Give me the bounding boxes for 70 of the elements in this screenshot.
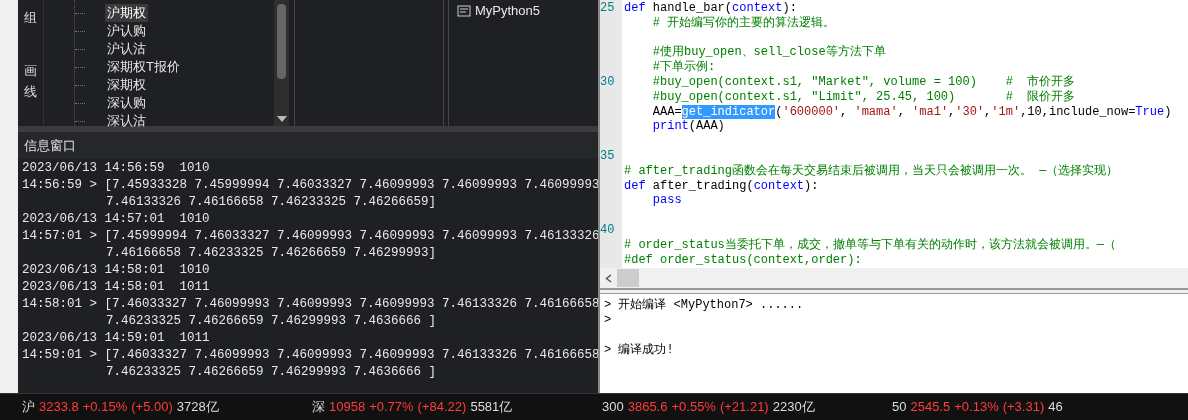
index-name: 50 <box>892 398 907 417</box>
script-file-icon <box>457 4 471 17</box>
tree-item[interactable]: 沪期权 <box>105 4 148 22</box>
log-line: 7.46233325 7.46266659 7.46299993 7.4636666 ] <box>106 364 437 381</box>
tree-item[interactable]: 沪认沽 <box>105 40 148 58</box>
log-line: 14:58:01 > [7.46033327 7.46099993 7.46099993 7.46099993 7.46133326 7.46166658 <box>22 296 600 313</box>
code-line: def handle_bar(context): <box>624 1 797 15</box>
index-delta: (+21.21) <box>719 398 769 417</box>
index-turnover: 3728亿 <box>176 398 219 417</box>
code-line: print(AAA) <box>651 119 725 134</box>
scrollbar[interactable] <box>274 0 289 126</box>
log-line: 2023/06/13 14:56:59 1010 <box>22 160 210 177</box>
log-line: 2023/06/13 14:59:01 1011 <box>22 330 210 347</box>
index-delta: (+84.22) <box>417 398 467 417</box>
side-tab[interactable]: 组 <box>24 8 37 29</box>
line-number: 30 <box>600 75 615 89</box>
index-change: +0.13% <box>954 398 999 417</box>
code-line: #下单示例: <box>651 60 716 75</box>
scroll-left-icon[interactable] <box>605 273 612 283</box>
output-line: > 编译成功! <box>604 343 674 358</box>
index-value: 3865.6 <box>627 398 668 417</box>
code-line: # order_status当委托下单，成交，撤单等与下单有关的动作时，该方法就会被调用。—（ <box>624 237 1117 252</box>
line-number: 25 <box>600 1 615 15</box>
code-line: # 开始编写你的主要的算法逻辑。 <box>651 15 836 30</box>
index-turnover: 2230亿 <box>772 398 815 417</box>
log-line: 7.46133326 7.46166658 7.46233325 7.46266659] <box>106 194 437 211</box>
panel-title: 信息窗口 <box>24 136 76 155</box>
code-line: #buy_open(context.s1, "Market", volume = 100) # 市价开多 <box>651 75 1076 89</box>
code-line: #使用buy_open、sell_close等方法下单 <box>651 45 886 60</box>
horizontal-scrollbar[interactable] <box>600 268 1188 290</box>
index-name: 沪 <box>22 398 35 417</box>
output-line: > 开始编译 <MyPython7> ...... <box>604 298 804 313</box>
index-name: 深 <box>312 398 325 417</box>
log-line: 2023/06/13 14:58:01 1011 <box>22 279 210 296</box>
log-line: 14:57:01 > [7.45999994 7.46033327 7.46099993 7.46099993 7.46099993 7.46133326 <box>22 229 600 245</box>
log-line: 14:56:59 > [7.45933328 7.45999994 7.46033327 7.46099993 7.46099993 7.46099993 <box>22 177 600 194</box>
output-line: > <box>604 313 612 328</box>
tree-item[interactable]: 深期权T报价 <box>105 58 182 76</box>
code-line: #buy_open(context.s1, "Limit", 25.45, 100) # 限价开多 <box>651 89 1076 104</box>
code-line: def after_trading(context): <box>624 178 819 193</box>
index-turnover: 5581亿 <box>470 398 513 417</box>
tree-item[interactable]: 沪认购 <box>105 22 148 40</box>
log-line: 2023/06/13 14:58:01 1010 <box>22 262 210 279</box>
code-line: pass <box>651 193 682 208</box>
tree-item[interactable]: 深期权 <box>105 76 148 94</box>
code-line: # after_trading函数会在每天交易结束后被调用，当天只会被调用一次。 —（选择实现） <box>624 163 1119 178</box>
index-value: 10958 <box>329 398 366 417</box>
code-line: AAA=get_indicator('600000', 'mama', 'ma1','30','1m',10,include_now=True) <box>651 104 1172 119</box>
scroll-thumb[interactable] <box>617 269 639 287</box>
line-number: 35 <box>600 148 615 163</box>
line-number: 40 <box>600 222 615 237</box>
index-value: 2545.5 <box>910 398 951 417</box>
log-line: 7.46166658 7.46233325 7.46266659 7.46299993] <box>106 245 437 262</box>
log-line: 7.46233325 7.46266659 7.46299993 7.4636666 ] <box>106 313 437 330</box>
index-delta: (+5.00) <box>131 398 173 417</box>
index-value: 3233.8 <box>39 398 79 417</box>
index-change: +0.77% <box>369 398 414 417</box>
log-line: 14:59:01 > [7.46033327 7.46099993 7.46099993 7.46099993 7.46133326 7.46166658 <box>22 347 600 364</box>
index-change: +0.55% <box>671 398 716 417</box>
index-name: 300 <box>602 398 624 417</box>
log-line: 2023/06/13 14:57:01 1010 <box>22 211 210 228</box>
file-item[interactable]: MyPython5 <box>475 1 541 21</box>
index-turnover: 46 <box>1048 398 1063 417</box>
side-tab[interactable]: 画线 <box>24 60 37 103</box>
scroll-down-icon[interactable] <box>276 116 287 122</box>
tree-item[interactable]: 深认购 <box>105 94 148 112</box>
tree-item[interactable]: 深认沽 <box>105 112 148 130</box>
index-delta: (+3.31) <box>1002 398 1045 417</box>
code-line: #def order_status(context,order): <box>624 252 862 267</box>
index-change: +0.15% <box>82 398 128 417</box>
